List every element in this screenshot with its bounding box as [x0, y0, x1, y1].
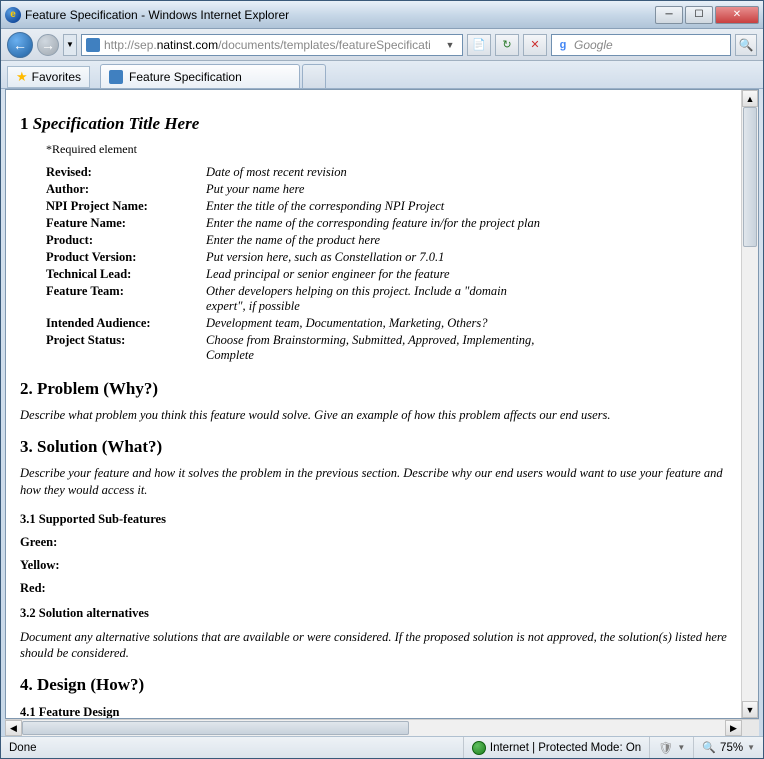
- status-text: Done: [9, 742, 455, 754]
- section-2-desc: Describe what problem you think this fea…: [20, 407, 727, 423]
- tab-site-icon: [109, 70, 123, 84]
- chevron-down-icon: ▼: [747, 743, 755, 752]
- security-indicator[interactable]: 🛡 ▼: [649, 737, 685, 758]
- favorites-button[interactable]: ★ Favorites: [7, 66, 90, 88]
- titlebar: e Feature Specification - Windows Intern…: [1, 1, 763, 29]
- ie-icon: e: [5, 7, 21, 23]
- hscroll-thumb[interactable]: [22, 721, 409, 735]
- globe-icon: [472, 741, 486, 755]
- required-note: *Required element: [46, 142, 727, 157]
- url-text: http://sep.natinst.com/documents/templat…: [104, 38, 438, 52]
- security-zone[interactable]: Internet | Protected Mode: On: [463, 737, 641, 758]
- chevron-down-icon: ▼: [677, 743, 685, 752]
- table-row: Product:Enter the name of the product he…: [46, 233, 727, 248]
- favorites-bar: ★ Favorites Feature Specification: [1, 61, 763, 89]
- zone-text: Internet | Protected Mode: On: [490, 742, 641, 754]
- scroll-thumb[interactable]: [743, 107, 757, 247]
- tab-strip: Feature Specification: [100, 62, 326, 88]
- section-3-desc: Describe your feature and how it solves …: [20, 465, 727, 498]
- search-box[interactable]: g Google: [551, 34, 731, 56]
- green-label: Green:: [20, 535, 727, 550]
- address-dropdown[interactable]: ▼: [442, 40, 458, 50]
- window-controls: ─ ☐ ✕: [655, 6, 759, 24]
- tab-active[interactable]: Feature Specification: [100, 64, 300, 88]
- star-icon: ★: [16, 69, 28, 85]
- table-row: Feature Name:Enter the name of the corre…: [46, 216, 727, 231]
- compat-view-button[interactable]: 📄: [467, 34, 491, 56]
- table-row: Technical Lead:Lead principal or senior …: [46, 267, 727, 282]
- section-3-1-heading: 3.1 Supported Sub-features: [20, 512, 727, 527]
- hscroll-track[interactable]: [22, 720, 725, 736]
- tab-title: Feature Specification: [129, 70, 242, 84]
- new-tab-button[interactable]: [302, 64, 326, 88]
- section-1-heading: 1 Specification Title Here: [20, 114, 727, 134]
- zoom-icon: 🔍: [702, 741, 716, 754]
- search-button[interactable]: 🔍: [735, 34, 757, 56]
- yellow-label: Yellow:: [20, 558, 727, 573]
- table-row: Project Status:Choose from Brainstorming…: [46, 333, 727, 363]
- scroll-right-button[interactable]: ▶: [725, 720, 742, 736]
- zoom-control[interactable]: 🔍 75% ▼: [693, 737, 755, 758]
- scroll-left-button[interactable]: ◀: [5, 720, 22, 736]
- section-3-2-heading: 3.2 Solution alternatives: [20, 606, 727, 621]
- content-area: 1 Specification Title Here *Required ele…: [5, 89, 759, 719]
- scroll-up-button[interactable]: ▲: [742, 90, 758, 107]
- section-4-heading: 4. Design (How?): [20, 675, 727, 695]
- status-bar: Done Internet | Protected Mode: On 🛡 ▼ 🔍…: [1, 736, 763, 758]
- nav-history-dropdown[interactable]: ▼: [63, 34, 77, 56]
- vertical-scrollbar[interactable]: ▲ ▼: [741, 90, 758, 718]
- window-title: Feature Specification - Windows Internet…: [25, 8, 655, 22]
- red-label: Red:: [20, 581, 727, 596]
- table-row: Revised:Date of most recent revision: [46, 165, 727, 180]
- horizontal-scrollbar[interactable]: ◀ ▶: [5, 719, 759, 736]
- scroll-track[interactable]: [742, 107, 758, 701]
- forward-button[interactable]: →: [37, 34, 59, 56]
- favorites-label: Favorites: [32, 70, 81, 84]
- ie-window: e Feature Specification - Windows Intern…: [0, 0, 764, 759]
- stop-button[interactable]: ✕: [523, 34, 547, 56]
- metadata-table: Revised:Date of most recent revision Aut…: [46, 165, 727, 363]
- close-button[interactable]: ✕: [715, 6, 759, 24]
- maximize-button[interactable]: ☐: [685, 6, 713, 24]
- google-icon: g: [556, 38, 570, 52]
- document-body[interactable]: 1 Specification Title Here *Required ele…: [6, 90, 741, 718]
- table-row: Product Version:Put version here, such a…: [46, 250, 727, 265]
- refresh-button[interactable]: ↻: [495, 34, 519, 56]
- scroll-down-button[interactable]: ▼: [742, 701, 758, 718]
- section-4-1-heading: 4.1 Feature Design: [20, 705, 727, 718]
- lock-icon: 🛡: [658, 741, 673, 755]
- scroll-corner: [742, 720, 759, 736]
- back-button[interactable]: ←: [7, 32, 33, 58]
- address-bar[interactable]: http://sep.natinst.com/documents/templat…: [81, 34, 463, 56]
- minimize-button[interactable]: ─: [655, 6, 683, 24]
- search-placeholder: Google: [574, 38, 613, 52]
- table-row: Intended Audience:Development team, Docu…: [46, 316, 727, 331]
- section-2-heading: 2. Problem (Why?): [20, 379, 727, 399]
- section-3-2-desc: Document any alternative solutions that …: [20, 629, 727, 662]
- zoom-level: 75%: [720, 742, 743, 754]
- section-3-heading: 3. Solution (What?): [20, 437, 727, 457]
- site-icon: [86, 38, 100, 52]
- table-row: Author:Put your name here: [46, 182, 727, 197]
- table-row: NPI Project Name:Enter the title of the …: [46, 199, 727, 214]
- table-row: Feature Team:Other developers helping on…: [46, 284, 727, 314]
- nav-toolbar: ← → ▼ http://sep.natinst.com/documents/t…: [1, 29, 763, 61]
